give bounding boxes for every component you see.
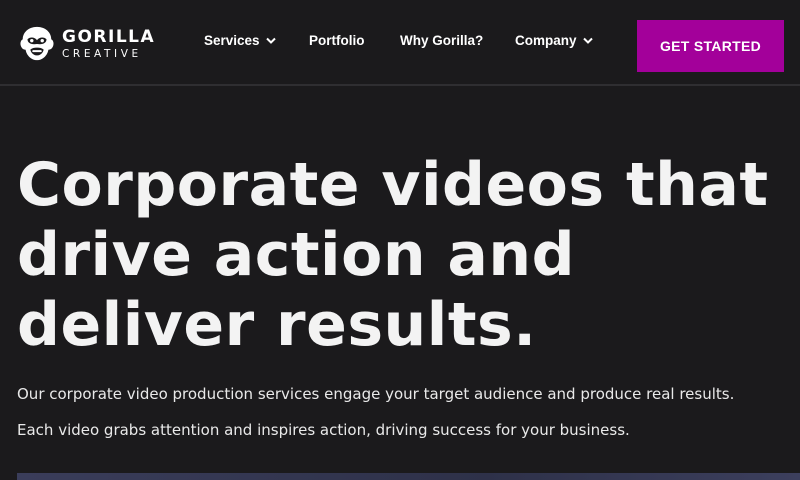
hero-headline: Corporate videos that drive action and d… — [17, 150, 797, 360]
nav-item-label: Why Gorilla? — [400, 33, 484, 48]
nav-item-label: Portfolio — [309, 33, 365, 48]
logo-text-gorilla: GORILLA — [62, 26, 156, 47]
chevron-down-icon — [265, 37, 276, 44]
headline-line: Corporate videos that — [17, 150, 769, 220]
get-started-button[interactable]: GET STARTED — [637, 20, 784, 72]
nav-item-why-gorilla[interactable]: Why Gorilla? — [400, 33, 483, 48]
nav-item-company[interactable]: Company — [515, 33, 593, 48]
site-header: GORILLA CREATIVE Services Portfolio Why … — [0, 0, 800, 86]
nav-item-services[interactable]: Services — [204, 33, 276, 48]
hero-paragraph-2: Each video grabs attention and inspires … — [17, 421, 630, 439]
hero-video-preview[interactable] — [17, 473, 800, 480]
logo-wordmark: GORILLA CREATIVE — [62, 26, 156, 60]
chevron-down-icon — [582, 37, 593, 44]
nav-item-portfolio[interactable]: Portfolio — [309, 33, 365, 48]
headline-line: drive action and — [17, 220, 576, 290]
nav-item-label: Services — [204, 33, 260, 48]
gorilla-head-icon — [20, 26, 54, 61]
logo-text-creative: CREATIVE — [62, 47, 142, 60]
hero-paragraph-1: Our corporate video production services … — [17, 385, 735, 403]
logo-link[interactable]: GORILLA CREATIVE — [18, 24, 155, 64]
headline-line: deliver results. — [17, 290, 537, 360]
nav-item-label: Company — [515, 33, 577, 48]
page: GORILLA CREATIVE Services Portfolio Why … — [0, 0, 800, 480]
